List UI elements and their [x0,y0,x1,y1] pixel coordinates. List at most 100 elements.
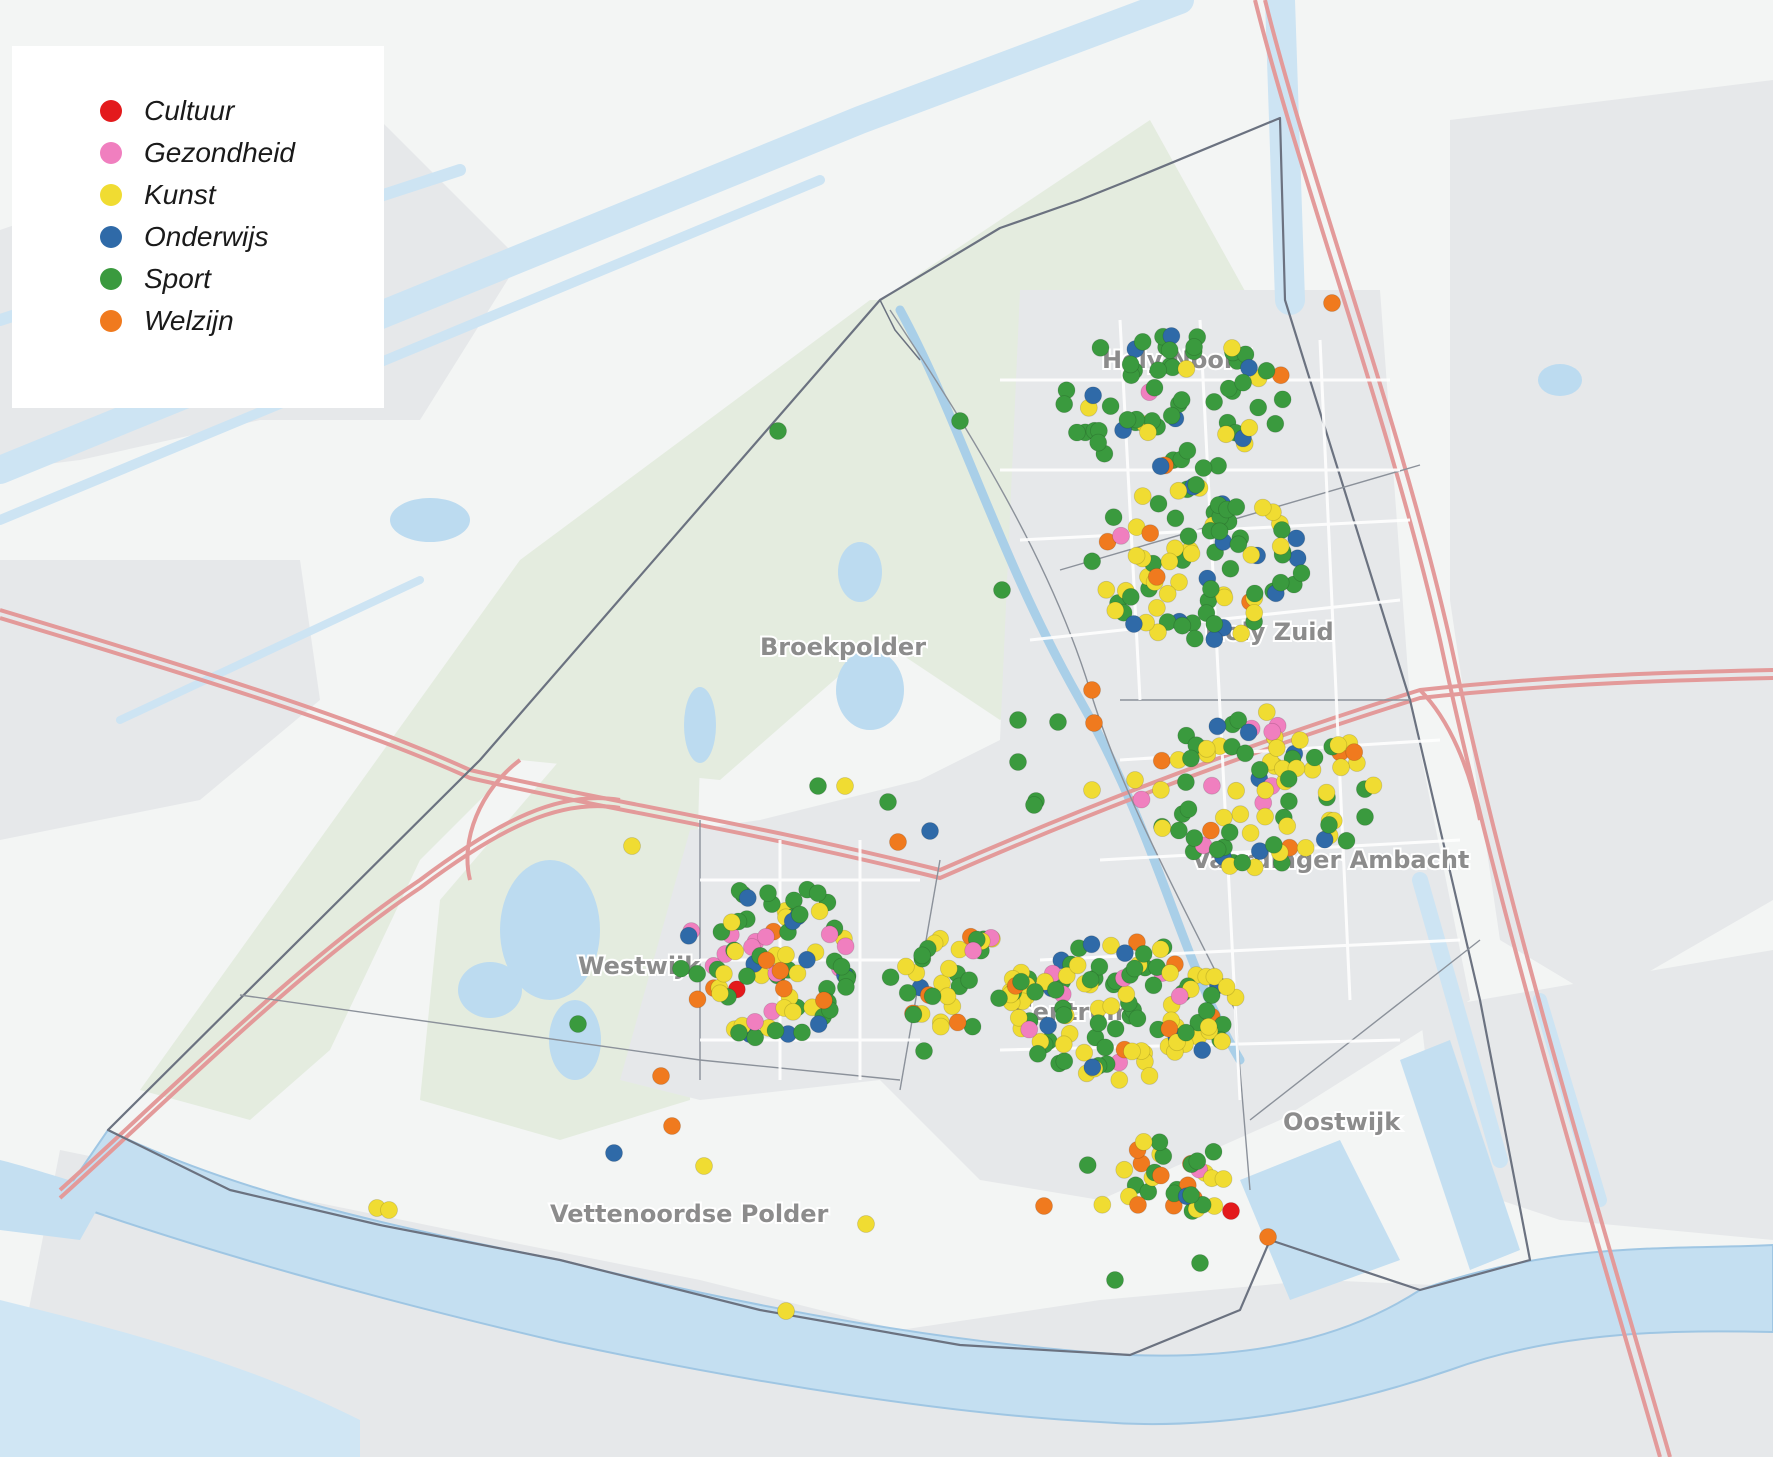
facility-marker-sport[interactable] [881,968,900,987]
facility-marker-gezondheid[interactable] [1203,776,1221,795]
facility-marker-gezondheid[interactable] [964,941,983,960]
facility-marker-sport[interactable] [960,971,979,990]
facility-marker-sport[interactable] [1101,397,1120,416]
facility-marker-gezondheid[interactable] [746,1013,764,1031]
facility-marker-sport[interactable] [951,412,969,430]
facility-marker-gezondheid[interactable] [836,937,855,956]
facility-marker-sport[interactable] [1264,835,1283,854]
facility-marker-sport[interactable] [1026,983,1044,1001]
facility-marker-sport[interactable] [1266,414,1285,433]
facility-marker-sport[interactable] [1028,1044,1047,1063]
facility-marker-onderwijs[interactable] [1315,830,1334,849]
facility-marker-kunst[interactable] [1199,1017,1218,1036]
facility-marker-sport[interactable] [1149,494,1168,513]
facility-marker-gezondheid[interactable] [820,925,839,944]
facility-marker-sport[interactable] [759,884,777,902]
facility-marker-sport[interactable] [1279,770,1298,788]
facility-marker-kunst[interactable] [1291,731,1309,749]
facility-marker-sport[interactable] [1209,456,1227,475]
facility-marker-kunst[interactable] [931,1017,950,1036]
facility-marker-onderwijs[interactable] [1116,944,1134,962]
facility-marker-kunst[interactable] [1217,425,1235,444]
facility-marker-sport[interactable] [1125,959,1144,978]
facility-marker-onderwijs[interactable] [1082,935,1101,954]
facility-marker-kunst[interactable] [1134,1133,1153,1151]
facility-marker-sport[interactable] [1191,1254,1209,1272]
facility-marker-kunst[interactable] [1271,537,1290,556]
facility-marker-sport[interactable] [1012,972,1030,991]
facility-marker-kunst[interactable] [777,946,795,964]
facility-marker-kunst[interactable] [1253,498,1272,517]
facility-marker-sport[interactable] [923,987,942,1006]
facility-marker-sport[interactable] [1078,1156,1097,1174]
facility-marker-sport[interactable] [1202,580,1220,598]
facility-marker-sport[interactable] [1245,584,1264,603]
facility-marker-sport[interactable] [1250,760,1269,779]
facility-marker-onderwijs[interactable] [1083,1058,1102,1077]
facility-marker-kunst[interactable] [1140,1067,1159,1085]
facility-marker-sport[interactable] [730,1023,748,1042]
facility-marker-kunst[interactable] [380,1201,398,1219]
facility-marker-kunst[interactable] [1110,1071,1129,1089]
facility-marker-kunst[interactable] [1256,781,1275,800]
facility-marker-kunst[interactable] [715,964,733,983]
facility-marker-sport[interactable] [769,422,787,440]
facility-marker-sport[interactable] [1337,831,1356,850]
facility-marker-sport[interactable] [1182,749,1200,768]
facility-marker-kunst[interactable] [857,1215,875,1233]
facility-marker-sport[interactable] [1194,459,1213,477]
facility-marker-kunst[interactable] [1182,544,1201,563]
facility-marker-welzijn[interactable] [1085,714,1103,732]
facility-marker-welzijn[interactable] [688,990,707,1009]
facility-marker-gezondheid[interactable] [1132,790,1151,809]
facility-marker-kunst[interactable] [1158,584,1177,603]
facility-marker-sport[interactable] [1055,1052,1074,1071]
facility-marker-sport[interactable] [1205,392,1223,411]
facility-marker-kunst[interactable] [1197,739,1216,758]
facility-marker-kunst[interactable] [1083,781,1101,799]
facility-marker-sport[interactable] [1128,1009,1147,1028]
facility-marker-sport[interactable] [1187,475,1205,494]
facility-marker-onderwijs[interactable] [1193,1041,1212,1059]
facility-marker-welzijn[interactable] [948,1013,967,1032]
facility-marker-onderwijs[interactable] [809,1015,828,1033]
facility-marker-sport[interactable] [766,1021,785,1040]
facility-marker-sport[interactable] [1179,800,1198,818]
facility-marker-kunst[interactable] [836,777,854,795]
facility-marker-welzijn[interactable] [1035,1197,1053,1215]
facility-marker-welzijn[interactable] [1152,751,1171,770]
facility-marker-kunst[interactable] [1214,1170,1233,1188]
facility-marker-onderwijs[interactable] [1205,630,1224,649]
facility-marker-onderwijs[interactable] [1125,615,1143,633]
facility-marker-gezondheid[interactable] [757,928,775,946]
facility-marker-kunst[interactable] [1241,824,1260,842]
facility-marker-sport[interactable] [1234,373,1252,392]
facility-marker-kunst[interactable] [1256,807,1274,826]
facility-marker-onderwijs[interactable] [679,926,698,945]
facility-marker-welzijn[interactable] [663,1117,681,1135]
facility-marker-sport[interactable] [1091,338,1110,357]
facility-marker-sport[interactable] [1106,1271,1124,1289]
facility-marker-gezondheid[interactable] [1020,1020,1039,1039]
facility-marker-onderwijs[interactable] [921,822,939,840]
facility-marker-kunst[interactable] [1329,736,1348,754]
facility-marker-sport[interactable] [1046,981,1065,999]
facility-marker-sport[interactable] [1009,753,1027,771]
facility-marker-kunst[interactable] [1151,940,1170,959]
facility-marker-sport[interactable] [1133,332,1152,351]
facility-marker-sport[interactable] [1150,1133,1169,1152]
facility-marker-onderwijs[interactable] [738,889,757,907]
facility-marker-sport[interactable] [1178,441,1197,460]
facility-marker-onderwijs[interactable] [1084,386,1102,405]
facility-marker-onderwijs[interactable] [605,1144,623,1162]
facility-marker-kunst[interactable] [940,959,958,978]
facility-marker-sport[interactable] [1160,341,1179,360]
facility-marker-sport[interactable] [1185,829,1204,847]
facility-marker-kunst[interactable] [1127,546,1146,565]
facility-marker-kunst[interactable] [1115,1160,1134,1179]
facility-marker-welzijn[interactable] [1129,1196,1147,1214]
facility-marker-sport[interactable] [879,793,897,811]
facility-marker-welzijn[interactable] [1141,524,1160,543]
facility-marker-sport[interactable] [1025,796,1043,814]
facility-marker-sport[interactable] [898,984,917,1002]
